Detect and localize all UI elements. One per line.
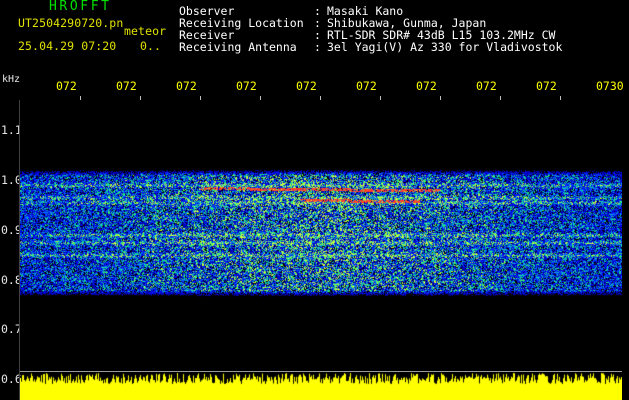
file-name: UT2504290720.pn: [18, 16, 124, 30]
spectrogram-canvas: [20, 100, 622, 370]
time-tick: 072: [296, 80, 317, 92]
time-tick: 072: [116, 80, 137, 92]
time-tick: 072: [236, 80, 257, 92]
time-tick: 072: [56, 80, 77, 92]
hrofft-window: HROFFT UT2504290720.pn meteor 25.04.29 0…: [0, 0, 629, 400]
time-tick: 072: [176, 80, 197, 92]
capture-extra: 0..: [140, 39, 162, 53]
time-tick: 072: [416, 80, 437, 92]
freq-unit-label: kHz: [2, 74, 21, 85]
time-tick: 072: [356, 80, 377, 92]
time-tick: 072: [476, 80, 497, 92]
time-tick: 072: [536, 80, 557, 92]
capture-time: 25.04.29 07:20: [18, 39, 117, 53]
info-value-antenna: 3el Yagi(V) Az 330 for Vladivostok: [327, 40, 563, 54]
app-title: HROFFT: [49, 0, 112, 14]
file-suffix: meteor: [124, 24, 167, 38]
info-colon: :: [314, 40, 321, 54]
time-tick: 0730: [596, 80, 624, 92]
signal-level-bar: [20, 372, 622, 400]
info-label-antenna: Receiving Antenna: [179, 40, 297, 54]
